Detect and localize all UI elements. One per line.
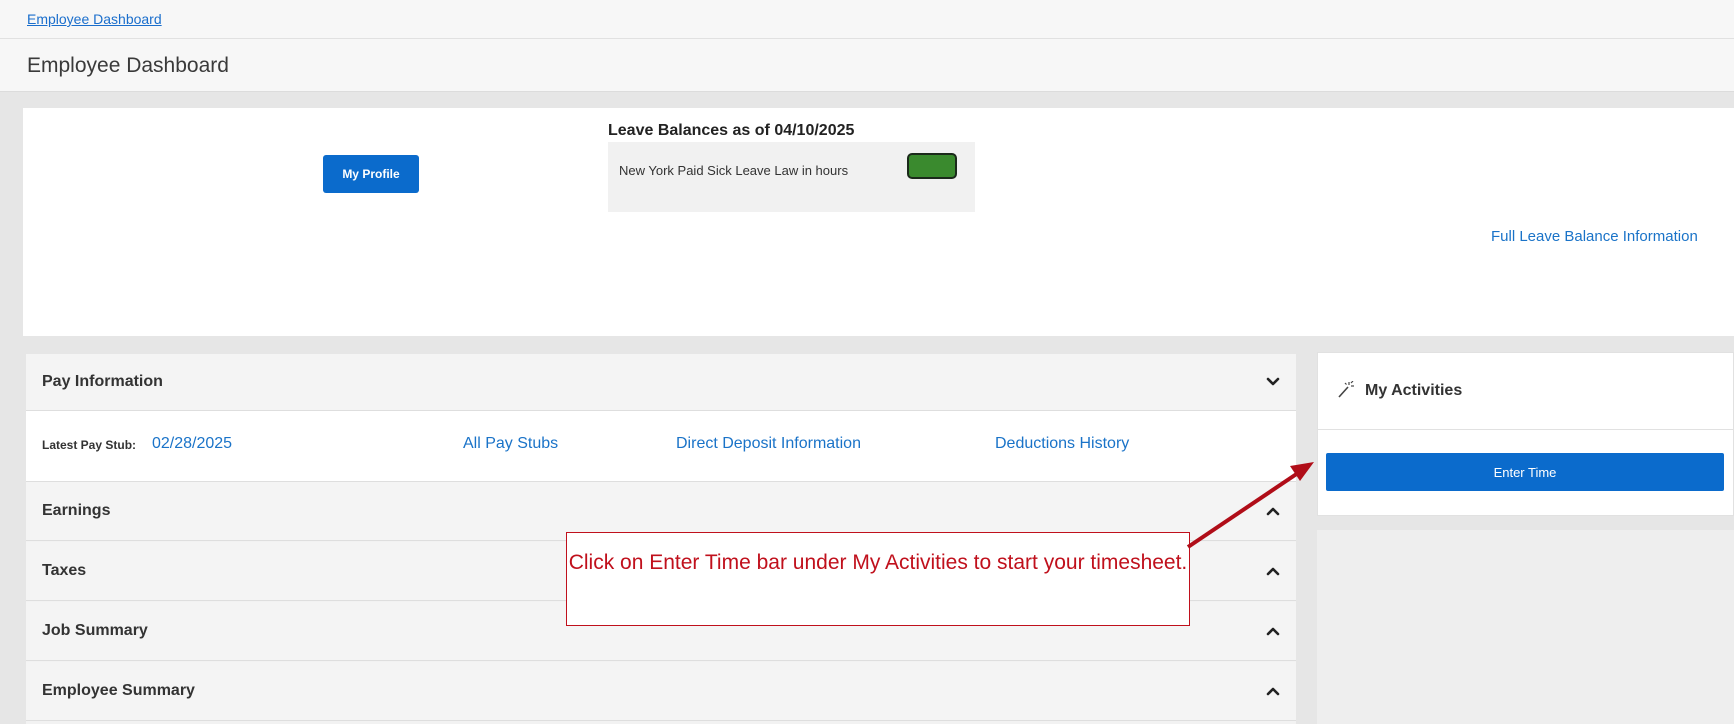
section-title: Employee Summary bbox=[42, 682, 195, 699]
instruction-callout: Click on Enter Time bar under My Activit… bbox=[566, 532, 1190, 626]
all-pay-stubs-link[interactable]: All Pay Stubs bbox=[463, 435, 558, 453]
deductions-history-link[interactable]: Deductions History bbox=[995, 435, 1129, 453]
summary-card: My Profile Leave Balances as of 04/10/20… bbox=[23, 108, 1734, 336]
my-activities-header: My Activities bbox=[1318, 353, 1733, 430]
breadcrumb-bar: Employee Dashboard bbox=[0, 0, 1734, 39]
chevron-up-icon[interactable] bbox=[1266, 504, 1280, 518]
pay-information-title: Pay Information bbox=[42, 373, 163, 390]
breadcrumb-link[interactable]: Employee Dashboard bbox=[27, 11, 162, 27]
leave-balance-value-swatch bbox=[907, 153, 957, 179]
leave-balance-item: New York Paid Sick Leave Law in hours bbox=[608, 142, 975, 212]
page-title: Employee Dashboard bbox=[27, 54, 229, 77]
leave-balance-label: New York Paid Sick Leave Law in hours bbox=[619, 163, 849, 178]
section-title: Job Summary bbox=[42, 622, 148, 639]
direct-deposit-link[interactable]: Direct Deposit Information bbox=[676, 435, 861, 453]
latest-pay-stub-label: Latest Pay Stub: bbox=[42, 438, 137, 452]
enter-time-button[interactable]: Enter Time bbox=[1326, 453, 1724, 491]
chevron-up-icon[interactable] bbox=[1266, 564, 1280, 578]
latest-pay-stub-link[interactable]: 02/28/2025 bbox=[152, 435, 232, 453]
full-leave-balance-link[interactable]: Full Leave Balance Information bbox=[1491, 228, 1698, 245]
section-title: Earnings bbox=[42, 502, 111, 519]
chevron-up-icon[interactable] bbox=[1266, 684, 1280, 698]
pay-information-header[interactable]: Pay Information bbox=[26, 354, 1296, 411]
chevron-down-icon[interactable] bbox=[1266, 375, 1280, 389]
pay-links-row: Latest Pay Stub: 02/28/2025 All Pay Stub… bbox=[26, 411, 1296, 482]
section-employee-summary[interactable]: Employee Summary bbox=[26, 662, 1296, 721]
my-activities-title: My Activities bbox=[1365, 382, 1463, 399]
section-title: Taxes bbox=[42, 562, 87, 579]
leave-balances-title: Leave Balances as of 04/10/2025 bbox=[608, 122, 855, 139]
magic-wand-icon bbox=[1338, 381, 1354, 398]
my-profile-button[interactable]: My Profile bbox=[323, 155, 419, 193]
my-activities-panel: My Activities Enter Time bbox=[1317, 352, 1734, 516]
activities-empty-area bbox=[1317, 530, 1734, 724]
chevron-up-icon[interactable] bbox=[1266, 624, 1280, 638]
page-header: Employee Dashboard bbox=[0, 39, 1734, 92]
